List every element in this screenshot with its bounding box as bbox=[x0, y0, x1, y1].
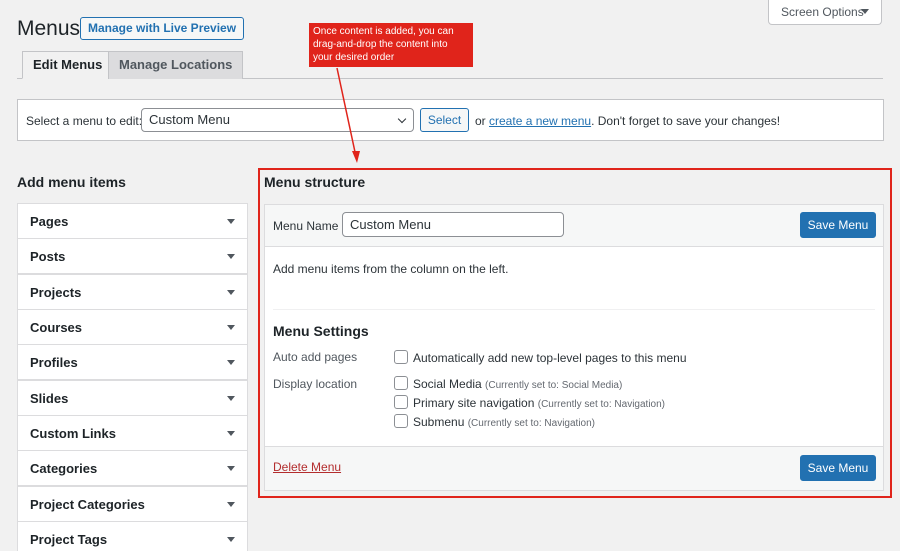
annotation-arrow-icon bbox=[336, 67, 360, 163]
